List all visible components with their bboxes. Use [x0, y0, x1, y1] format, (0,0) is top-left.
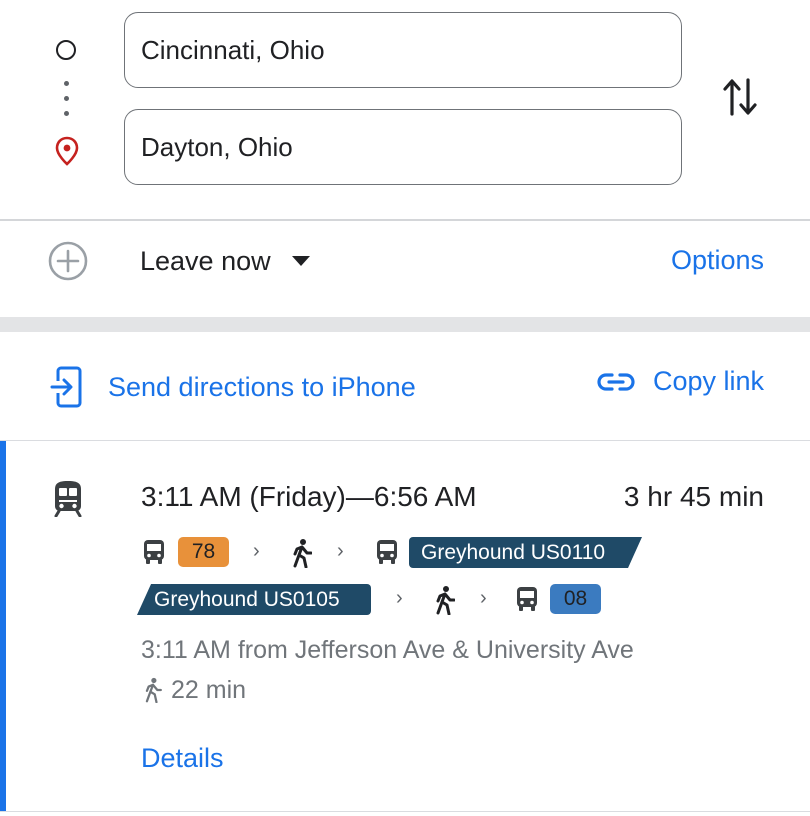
bus-route-badge: 78	[178, 537, 229, 567]
destination-field[interactable]	[124, 109, 682, 185]
bus-icon	[377, 540, 397, 564]
origin-circle-icon	[56, 40, 76, 60]
caret-down-icon	[291, 256, 310, 266]
section-separator	[0, 317, 810, 332]
leave-now-dropdown[interactable]: Leave now	[140, 245, 311, 277]
send-directions-label: Send directions to iPhone	[108, 371, 416, 402]
trail-dot-icon	[64, 96, 69, 101]
chevron-right-icon: ›	[396, 587, 403, 609]
bus-icon	[517, 587, 537, 611]
selected-route-indicator	[0, 441, 6, 811]
destination-pin-icon	[55, 136, 79, 166]
departure-info: 3:11 AM from Jefferson Ave & University …	[141, 636, 634, 664]
send-to-phone-icon	[50, 366, 82, 408]
destination-input[interactable]	[141, 131, 681, 163]
walk-icon	[293, 539, 312, 568]
copy-link-button[interactable]: Copy link	[597, 366, 764, 397]
details-button[interactable]: Details	[141, 743, 224, 774]
route-time-range: 3:11 AM (Friday)—6:56 AM	[141, 481, 477, 512]
walk-icon	[145, 677, 162, 703]
route-card[interactable]: 3:11 AM (Friday)—6:56 AM 3 hr 45 min 78 …	[0, 441, 810, 812]
trail-dot-icon	[64, 81, 69, 86]
leave-now-label: Leave now	[140, 245, 271, 276]
bus-route-badge: 08	[550, 584, 601, 614]
share-row: Send directions to iPhone Copy link	[0, 332, 810, 441]
options-button[interactable]: Options	[671, 245, 764, 276]
greyhound-route-badge: Greyhound US0110	[409, 537, 642, 568]
walk-time: 22 min	[171, 676, 247, 704]
swap-arrows-icon[interactable]	[722, 76, 758, 118]
origin-field[interactable]	[124, 12, 682, 88]
add-stop-icon[interactable]	[47, 240, 89, 282]
copy-link-label: Copy link	[652, 366, 764, 396]
route-duration: 3 hr 45 min	[623, 481, 764, 512]
trail-dot-icon	[64, 111, 69, 116]
departure-options-row: Leave now Options	[0, 221, 810, 317]
train-icon	[54, 481, 82, 517]
chevron-right-icon: ›	[253, 540, 260, 562]
bus-icon	[144, 540, 164, 564]
greyhound-route-badge: Greyhound US0105	[137, 584, 371, 615]
link-icon	[597, 372, 635, 391]
chevron-right-icon: ›	[337, 540, 344, 562]
chevron-right-icon: ›	[480, 587, 487, 609]
send-directions-button[interactable]: Send directions to iPhone	[50, 366, 416, 408]
origin-input[interactable]	[141, 34, 681, 66]
walk-icon	[436, 586, 455, 615]
